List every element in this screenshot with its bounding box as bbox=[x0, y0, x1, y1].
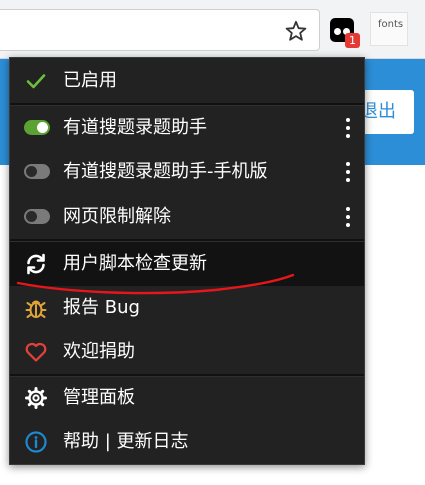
script-name: 有道搜题录题助手-手机版 bbox=[63, 161, 268, 182]
script-toggle[interactable] bbox=[24, 164, 50, 179]
tampermonkey-menu: 已启用 有道搜题录题助手 有道搜题录题助手-手机版 网页限制解除 用户脚本检查更… bbox=[9, 57, 365, 465]
info-icon bbox=[25, 431, 47, 453]
gear-icon bbox=[25, 387, 47, 409]
menu-item-help[interactable]: 帮助 | 更新日志 bbox=[10, 420, 364, 464]
script-name: 有道搜题录题助手 bbox=[63, 117, 207, 138]
menu-item-label: 用户脚本检查更新 bbox=[63, 253, 207, 274]
fonts-extension-label: fonts bbox=[378, 19, 404, 30]
address-bar[interactable] bbox=[0, 9, 320, 51]
menu-item-label: 帮助 | 更新日志 bbox=[63, 431, 189, 452]
fonts-extension-button[interactable]: fonts bbox=[370, 12, 408, 46]
menu-item-label: 欢迎捐助 bbox=[63, 341, 135, 362]
kebab-icon[interactable] bbox=[342, 206, 354, 228]
menu-item-label: 管理面板 bbox=[63, 387, 135, 408]
heart-icon bbox=[25, 342, 47, 362]
menu-item-label: 已启用 bbox=[63, 70, 117, 91]
script-item[interactable]: 网页限制解除 bbox=[10, 195, 364, 239]
extension-badge: 1 bbox=[345, 33, 360, 48]
kebab-icon[interactable] bbox=[342, 117, 354, 139]
refresh-icon bbox=[27, 253, 45, 275]
kebab-icon[interactable] bbox=[342, 161, 354, 183]
menu-item-enabled[interactable]: 已启用 bbox=[10, 59, 364, 103]
script-item[interactable]: 有道搜题录题助手-手机版 bbox=[10, 150, 364, 194]
menu-item-check-updates[interactable]: 用户脚本检查更新 bbox=[10, 242, 364, 286]
script-toggle[interactable] bbox=[24, 209, 50, 224]
browser-toolbar: 1 fonts bbox=[0, 0, 425, 59]
star-icon[interactable] bbox=[284, 19, 308, 43]
menu-item-label: 报告 Bug bbox=[63, 297, 140, 318]
tampermonkey-extension-button[interactable]: 1 bbox=[327, 15, 360, 48]
menu-item-donate[interactable]: 欢迎捐助 bbox=[10, 330, 364, 374]
script-toggle[interactable] bbox=[24, 120, 50, 135]
menu-item-dashboard[interactable]: 管理面板 bbox=[10, 376, 364, 420]
menu-item-report-bug[interactable]: 报告 Bug bbox=[10, 286, 364, 330]
script-name: 网页限制解除 bbox=[63, 206, 171, 227]
bug-icon bbox=[25, 300, 47, 318]
script-item[interactable]: 有道搜题录题助手 bbox=[10, 106, 364, 150]
check-icon bbox=[26, 74, 46, 89]
